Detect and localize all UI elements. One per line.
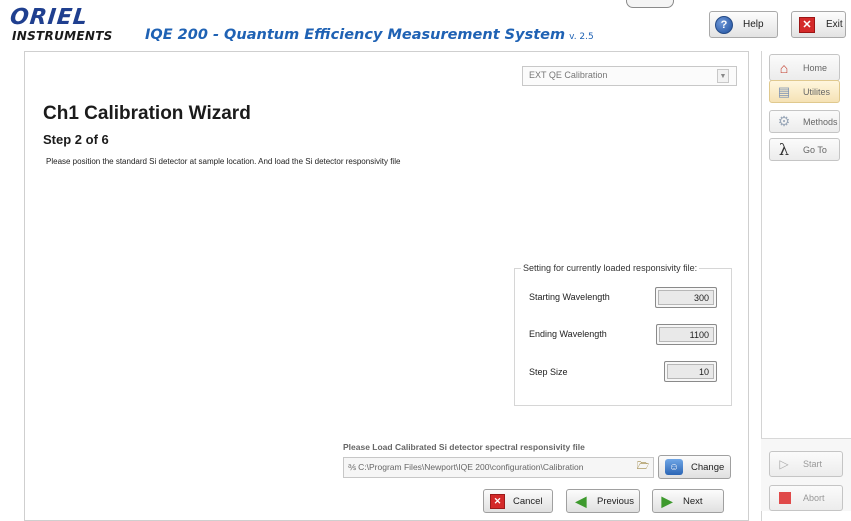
previous-button[interactable]: ◀ Previous (566, 489, 640, 513)
settings-legend: Setting for currently loaded responsivit… (521, 263, 700, 273)
close-icon: ✕ (490, 493, 505, 509)
cancel-button[interactable]: ✕ Cancel (483, 489, 553, 513)
starting-wavelength-value: 300 (655, 287, 717, 308)
step-indicator: Step 2 of 6 (43, 132, 109, 147)
app-title: IQE 200 - Quantum Efficiency Measurement… (145, 27, 594, 43)
sidebar-item-home[interactable]: ⌂ Home (769, 54, 840, 81)
logo-subtitle: INSTRUMENTS (12, 29, 113, 43)
sidebar-item-label: Methods (803, 116, 838, 127)
sidebar-item-label: Go To (803, 144, 827, 155)
window-handle[interactable] (626, 0, 674, 8)
gear-icon: ⚙ (777, 113, 791, 129)
starting-wavelength-label: Starting Wavelength (529, 292, 610, 302)
page-title: Ch1 Calibration Wizard (43, 103, 251, 124)
help-button[interactable]: ? Help (709, 11, 778, 38)
folder-icon[interactable]: 🗁 (635, 460, 651, 475)
sidebar-item-label: Home (803, 62, 828, 73)
path-icon: ℁ (348, 463, 357, 472)
sidebar-item-goto[interactable]: λ Go To (769, 138, 840, 161)
app-title-text: IQE 200 - Quantum Efficiency Measurement… (145, 27, 566, 43)
arrow-left-icon: ◀ (575, 492, 587, 509)
abort-button[interactable]: Abort (769, 485, 843, 511)
person-icon: ☺ (665, 459, 683, 475)
cancel-label: Cancel (513, 495, 543, 507)
sidebar-item-methods[interactable]: ⚙ Methods (769, 110, 840, 133)
file-path-text: C:\Program Files\Newport\IQE 200\configu… (358, 462, 584, 472)
sidebar-item-label: Utilites (803, 86, 831, 97)
next-button[interactable]: ▶ Next (652, 489, 724, 513)
app-version: v. 2.5 (569, 32, 594, 42)
file-prompt-label: Please Load Calibrated Si detector spect… (343, 442, 585, 452)
change-label: Change (691, 461, 725, 473)
step-size-label: Step Size (529, 367, 568, 377)
ending-wavelength-label: Ending Wavelength (529, 329, 607, 339)
help-label: Help (743, 19, 764, 30)
start-button[interactable]: ▷ Start (769, 451, 843, 477)
instructions-text: Please position the standard Si detector… (46, 157, 401, 166)
close-icon: ✕ (799, 16, 815, 33)
stop-icon (779, 492, 791, 504)
start-label: Start (803, 459, 823, 469)
chevron-down-icon[interactable]: ▼ (717, 69, 729, 83)
play-icon: ▷ (779, 457, 789, 471)
ending-wavelength-value: 1100 (656, 324, 717, 345)
abort-label: Abort (803, 493, 825, 503)
exit-button[interactable]: ✕ Exit (791, 11, 846, 38)
help-icon: ? (715, 15, 733, 34)
mode-select[interactable]: EXT QE Calibration (522, 66, 737, 86)
previous-label: Previous (597, 495, 634, 507)
arrow-right-icon: ▶ (661, 492, 673, 509)
home-icon: ⌂ (779, 59, 789, 76)
change-button[interactable]: ☺ Change (658, 455, 731, 479)
logo-wordmark: ORIEL (8, 5, 90, 30)
file-path-input[interactable]: ℁ C:\Program Files\Newport\IQE 200\config… (343, 457, 654, 478)
sidebar-item-utilities[interactable]: ▤ Utilites (769, 80, 840, 103)
step-size-value: 10 (664, 361, 717, 382)
next-label: Next (683, 495, 703, 507)
exit-label: Exit (826, 19, 843, 30)
clipboard-icon: ▤ (777, 83, 791, 99)
lambda-icon: λ (778, 140, 790, 159)
